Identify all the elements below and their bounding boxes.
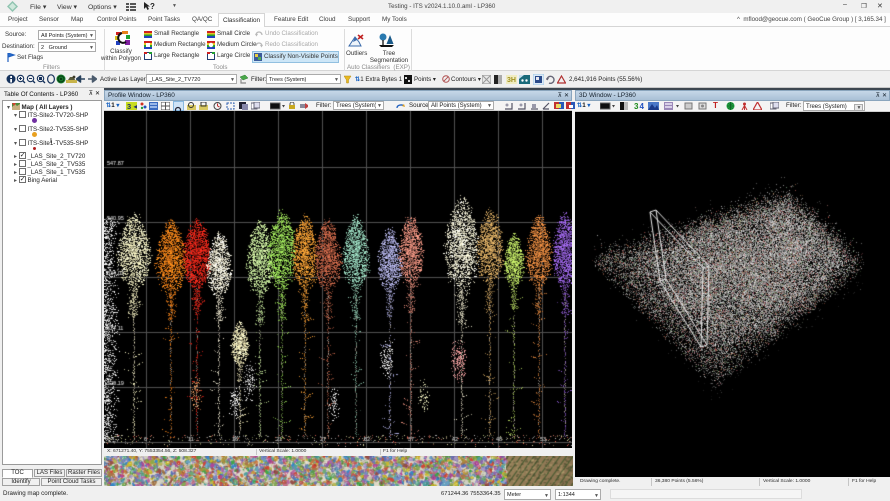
svg-text:3H: 3H bbox=[507, 77, 516, 84]
svg-text:3: 3 bbox=[127, 102, 131, 110]
svg-text:?: ? bbox=[150, 2, 155, 11]
svg-text:3: 3 bbox=[634, 102, 639, 110]
svg-text:4: 4 bbox=[640, 102, 645, 110]
svg-text:◄: ◄ bbox=[132, 102, 137, 110]
